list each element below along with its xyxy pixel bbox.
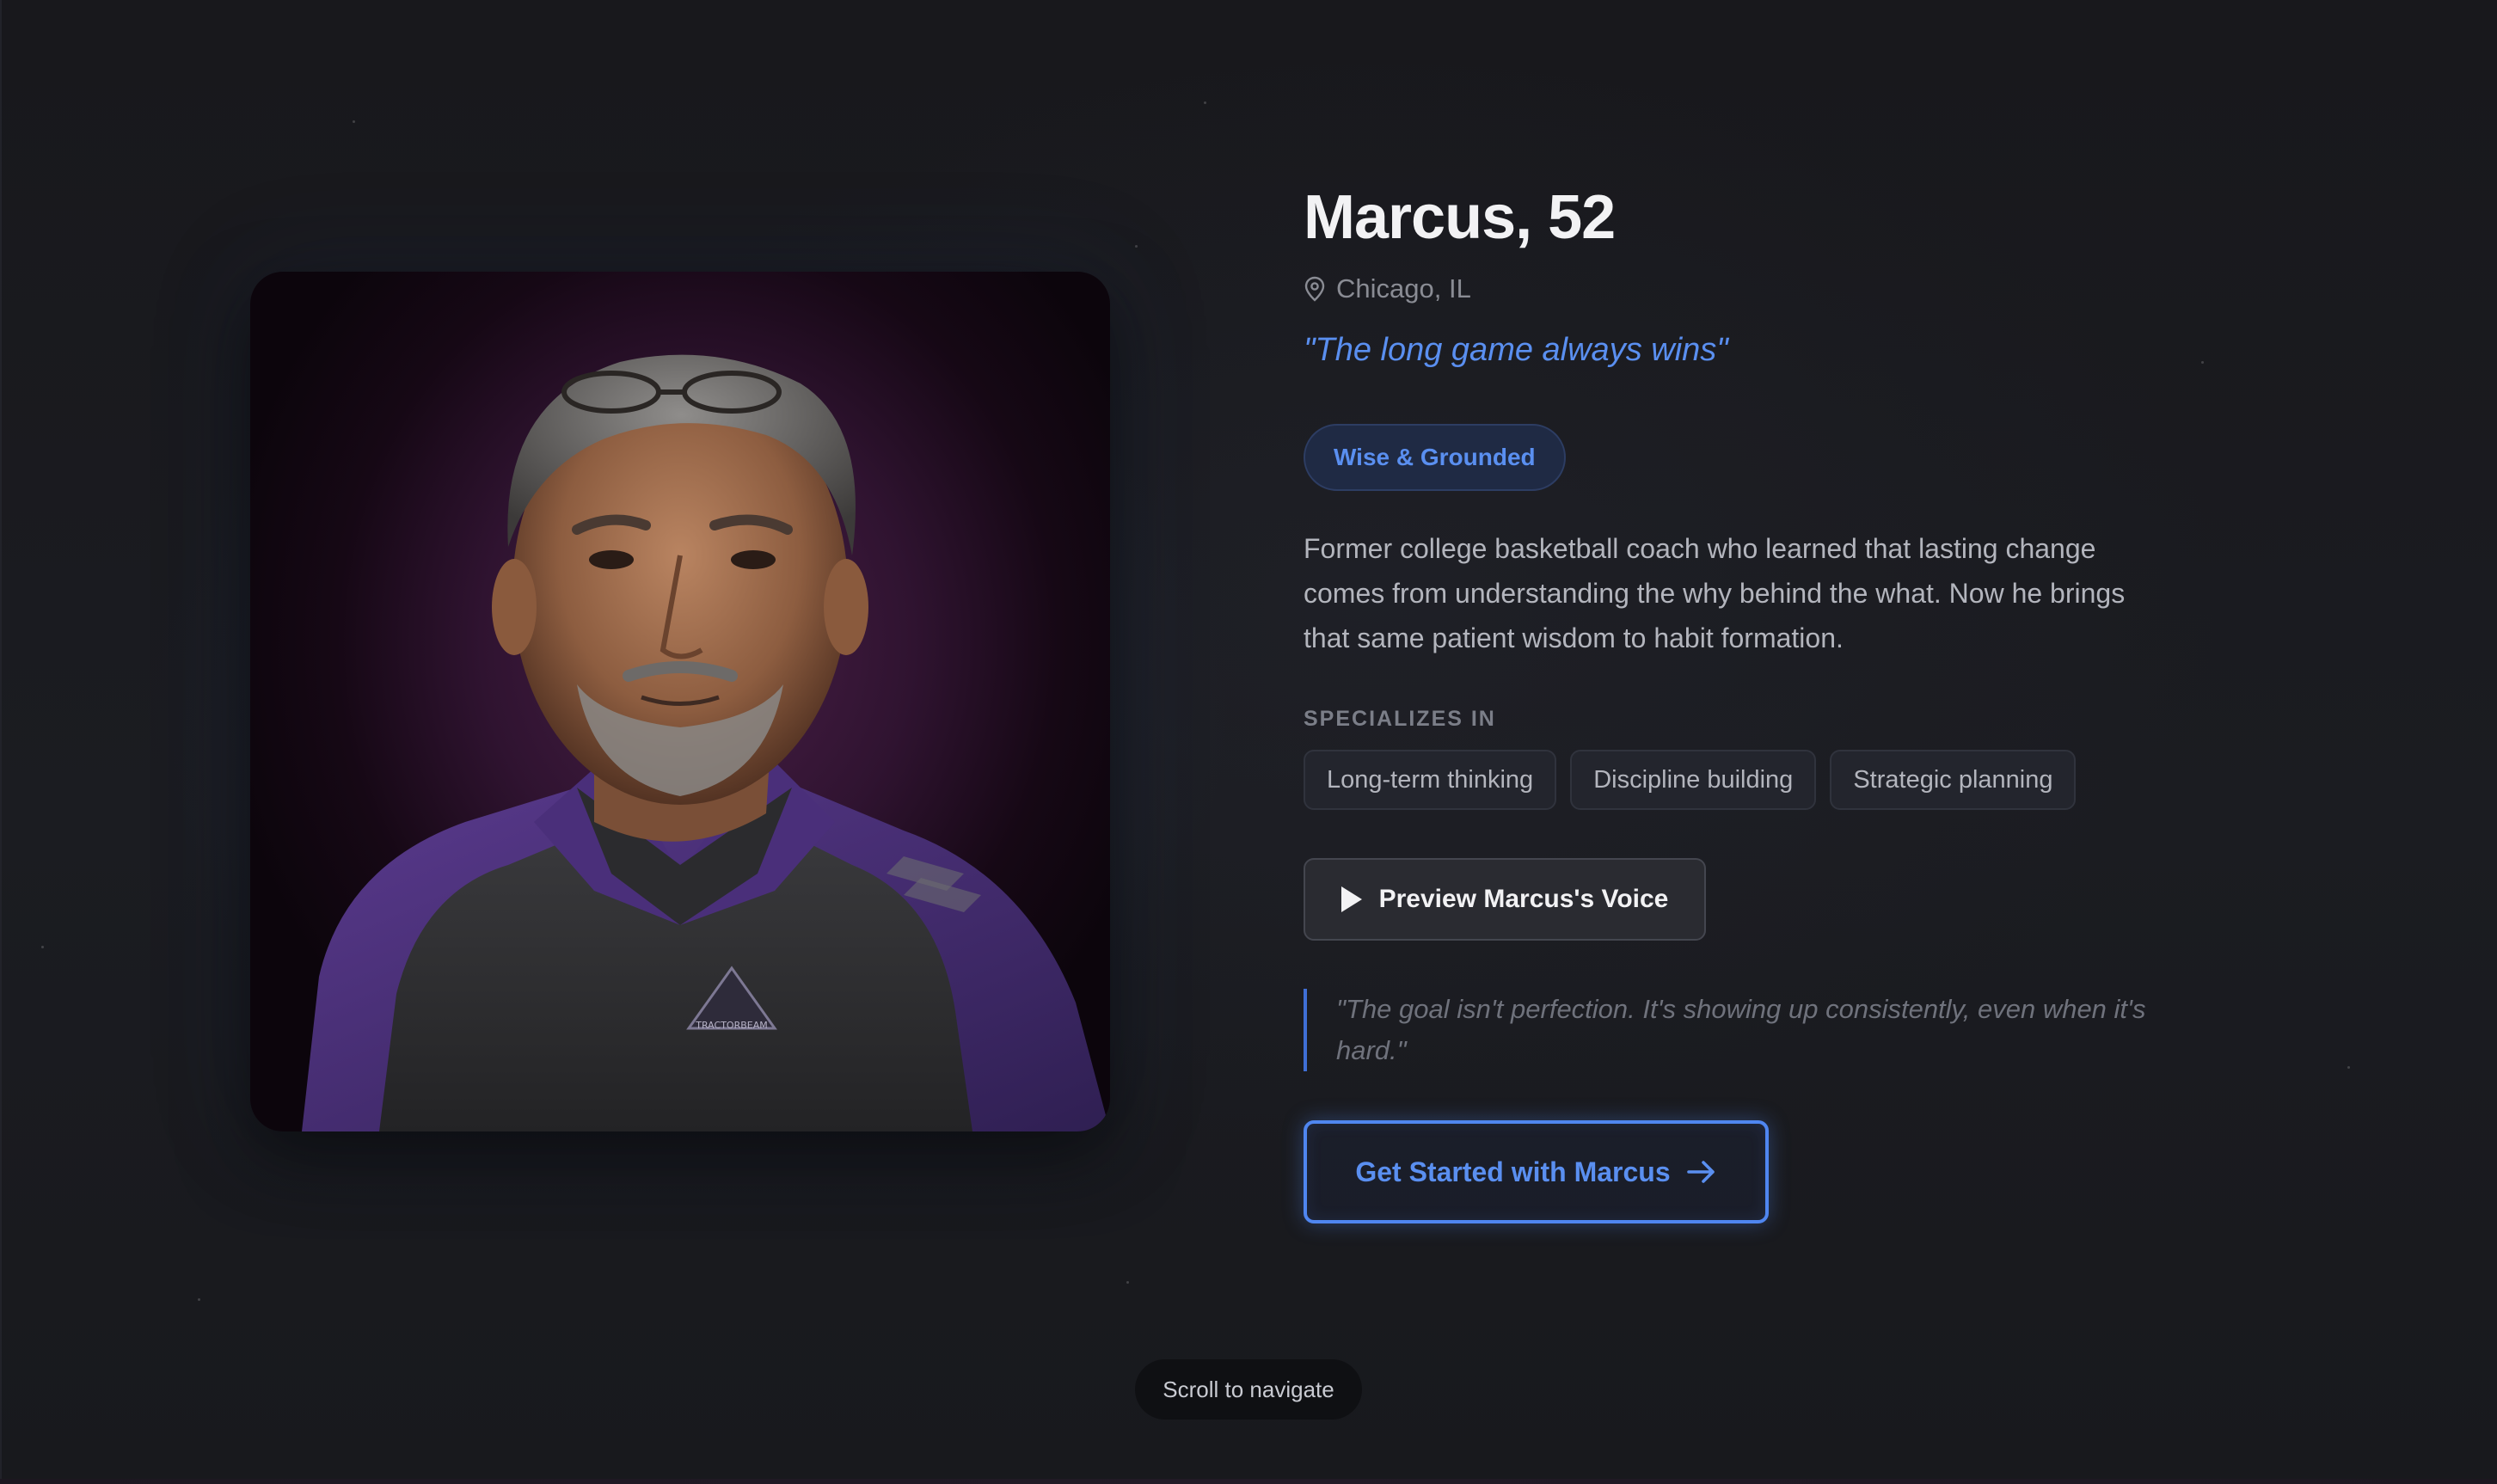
background-dot	[1126, 1281, 1129, 1284]
background-dot	[1135, 245, 1138, 248]
scroll-hint: Scroll to navigate	[1135, 1359, 1362, 1420]
background-dot	[2347, 1066, 2350, 1069]
window-edge	[0, 0, 2, 1484]
coach-tagline: "The long game always wins"	[1304, 332, 1728, 368]
specializes-label: SPECIALIZES IN	[1304, 707, 1496, 731]
personality-badge: Wise & Grounded	[1304, 424, 1566, 491]
specialty-chip: Long-term thinking	[1304, 750, 1557, 810]
background-dot	[41, 946, 44, 948]
background-dot	[2201, 361, 2204, 364]
coach-name: Marcus, 52	[1304, 183, 1616, 252]
profile-page: TRACTORBEAM Marcus, 52 Chicago, IL "The …	[0, 0, 2497, 1484]
preview-voice-label: Preview Marcus's Voice	[1378, 885, 1669, 913]
background-dot	[1204, 101, 1206, 104]
coach-bio: Former college basketball coach who lear…	[1304, 533, 2126, 653]
specialty-chip: Strategic planning	[1830, 750, 2077, 810]
arrow-right-icon	[1686, 1161, 1715, 1183]
portrait-illustration: TRACTORBEAM	[302, 354, 1110, 1131]
location-row: Chicago, IL	[1304, 273, 1471, 304]
background-dot	[198, 1298, 200, 1301]
get-started-button[interactable]: Get Started with Marcus	[1304, 1120, 1769, 1223]
preview-voice-button[interactable]: Preview Marcus's Voice	[1304, 858, 1706, 941]
background-dot	[353, 120, 355, 123]
map-pin-icon	[1304, 276, 1325, 302]
specialty-chip: Discipline building	[1570, 750, 1817, 810]
chest-emblem-text: TRACTORBEAM	[695, 1020, 767, 1031]
coach-quote: "The goal isn't perfection. It's showing…	[1304, 989, 2163, 1071]
get-started-label: Get Started with Marcus	[1355, 1156, 1671, 1187]
coach-portrait: TRACTORBEAM	[250, 272, 1110, 1131]
play-icon	[1341, 886, 1362, 912]
specialty-list: Long-term thinking Discipline building S…	[1304, 750, 2077, 810]
location-text: Chicago, IL	[1336, 273, 1471, 304]
